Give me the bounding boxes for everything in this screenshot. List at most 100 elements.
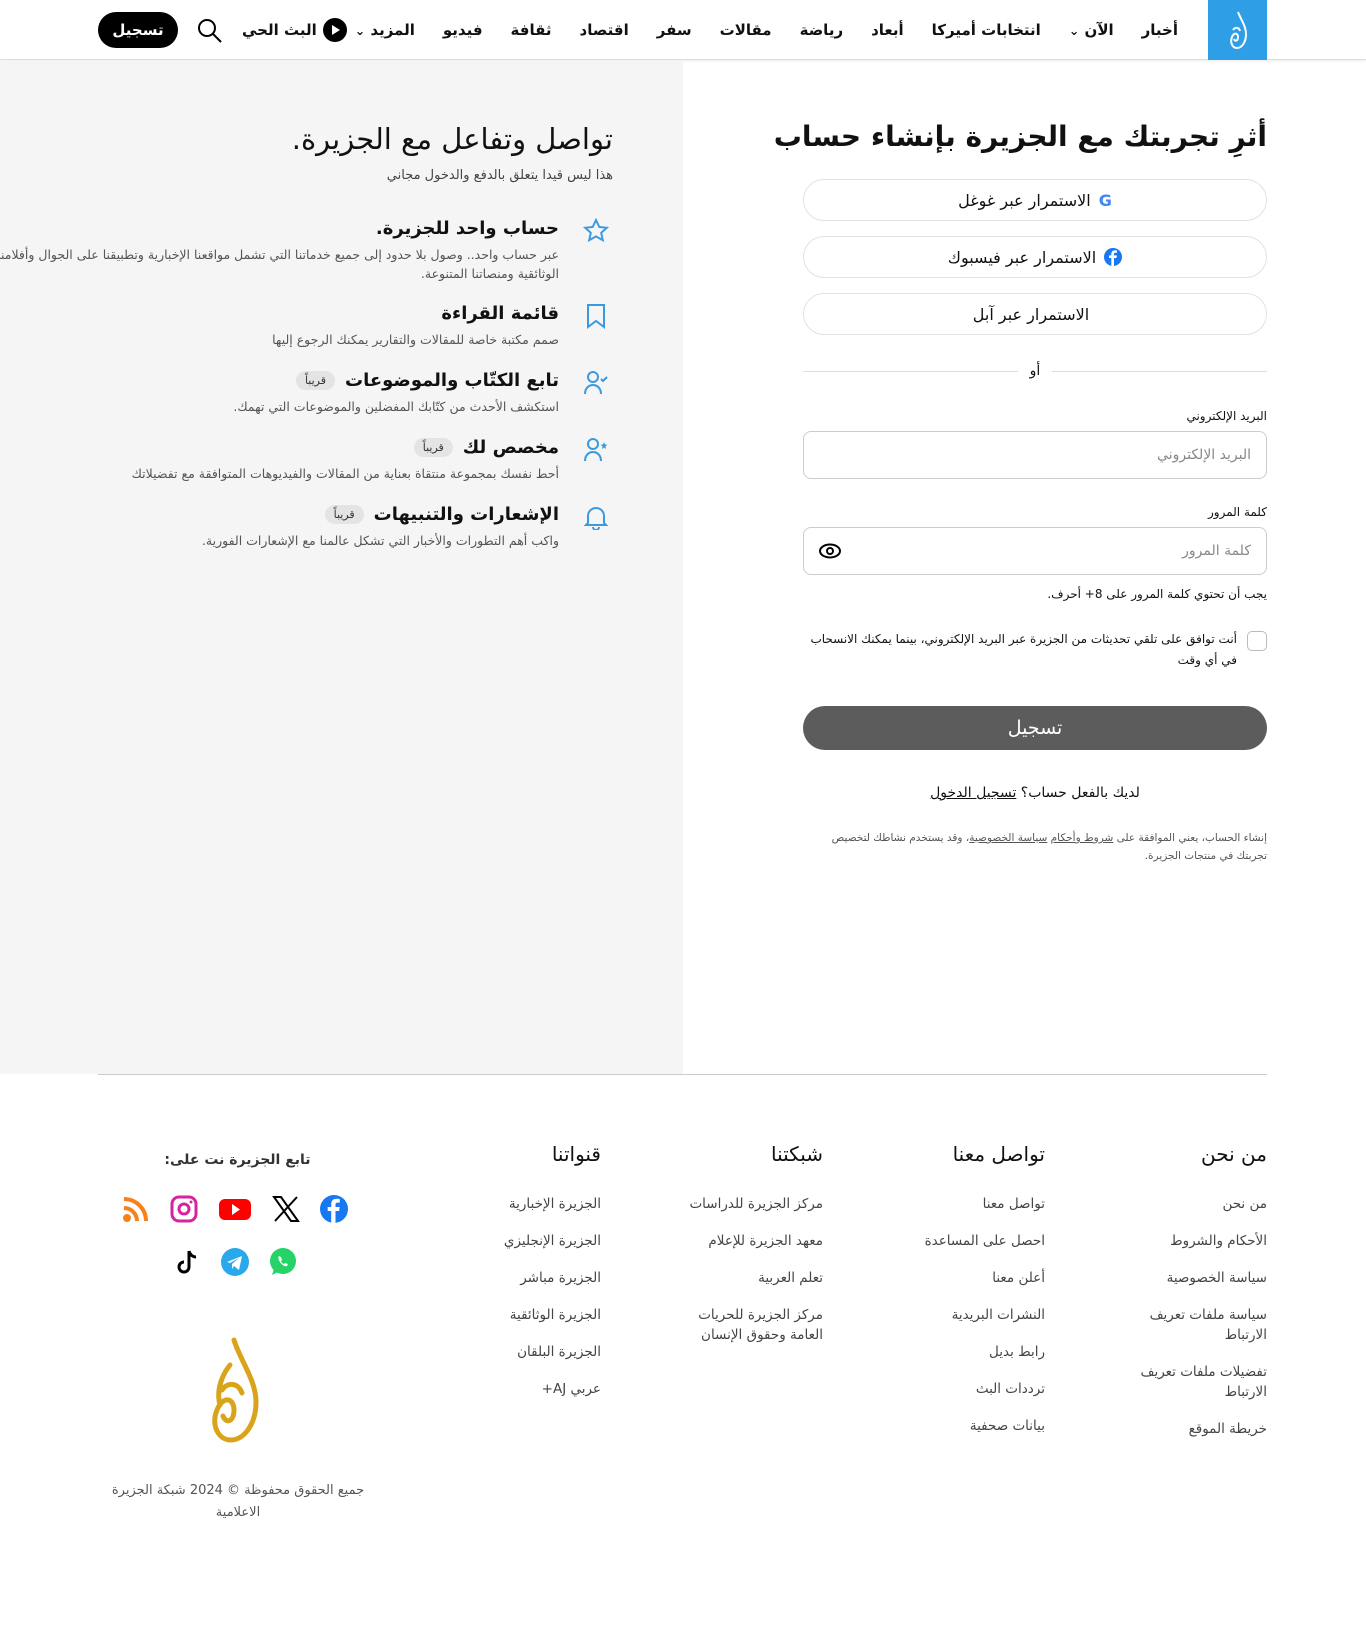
footer-link[interactable]: النشرات البريدية	[845, 1305, 1045, 1325]
logo-mark-icon	[1229, 11, 1247, 50]
facebook-icon[interactable]	[320, 1195, 348, 1223]
footer-link[interactable]: الجزيرة مباشر	[401, 1268, 601, 1288]
footer-link[interactable]: من نحن	[1067, 1194, 1267, 1214]
terms-link[interactable]: شروط وأحكام	[1051, 832, 1114, 844]
footer-link[interactable]: أعلن معنا	[845, 1268, 1045, 1288]
feature-desc: صمم مكتبة خاصة للمقالات والتقارير يمكنك …	[272, 332, 559, 347]
feature-for-you: مخصص لك قريباً أحط نفسك بمجموعة منتقاة بع…	[0, 437, 608, 483]
nav-culture[interactable]: ثقافة	[511, 21, 552, 39]
apple-label: الاستمرار عبر آبل	[972, 304, 1090, 324]
legal-part: إنشاء الحساب، يعني الموافقة على	[1113, 832, 1267, 844]
nav-more[interactable]: المزيد ⌄	[355, 21, 415, 39]
footer-link[interactable]: رابط بديل	[845, 1342, 1045, 1362]
login-link[interactable]: تسجيل الدخول	[930, 785, 1016, 801]
instagram-icon[interactable]	[170, 1195, 198, 1223]
copyright-text: جميع الحقوق محفوظة © 2024 شبكة الجزيرة ا…	[111, 1483, 365, 1520]
footer-link[interactable]: عربي AJ+	[401, 1379, 601, 1399]
coming-soon-badge: قريباً	[324, 505, 364, 524]
password-field[interactable]: كلمة المرور	[803, 527, 1267, 575]
follow-label: تابع الجزيرة نت على:	[164, 1152, 311, 1168]
social-row-2	[115, 1248, 355, 1276]
footer-link[interactable]: ترددات البث	[845, 1379, 1045, 1399]
search-icon[interactable]	[197, 18, 223, 44]
x-icon[interactable]	[272, 1195, 300, 1223]
nav-articles[interactable]: مقالات	[720, 21, 772, 39]
email-placeholder: البريد الإلكتروني	[1157, 447, 1251, 463]
bell-icon	[583, 507, 609, 530]
whatsapp-icon[interactable]	[269, 1248, 297, 1276]
feature-notifications: الإشعارات والتنبيهات قريباً واكب أهم التط…	[0, 504, 609, 550]
footer-link[interactable]: الجزيرة البلقان	[401, 1342, 601, 1362]
footer-divider	[98, 1074, 1267, 1075]
feature-one-account: حساب واحد للجزيرة. عبر حساب واحد.. وصول …	[0, 218, 609, 283]
google-label: الاستمرار عبر غوغل	[958, 190, 1091, 210]
footer-link[interactable]: سياسة ملفات تعريف الارتباط	[1117, 1305, 1267, 1345]
consent-checkbox[interactable]	[1247, 631, 1267, 651]
email-field[interactable]: البريد الإلكتروني	[803, 431, 1267, 479]
aljazeera-logo[interactable]	[1208, 0, 1267, 60]
have-account-text: لديك بالفعل حساب؟	[1020, 785, 1140, 801]
social-row-1	[115, 1195, 355, 1223]
eye-icon[interactable]	[819, 543, 841, 559]
footer-link[interactable]: مركز الجزيرة للدراسات	[623, 1194, 823, 1214]
password-placeholder: كلمة المرور	[1182, 543, 1251, 559]
nav-news[interactable]: أخبار	[1142, 21, 1178, 39]
footer-link[interactable]: الجزيرة الوثائقية	[401, 1305, 601, 1325]
header-register-button[interactable]: تسجيل	[98, 12, 178, 48]
rss-icon[interactable]	[122, 1195, 150, 1223]
footer-link[interactable]: معهد الجزيرة للإعلام	[623, 1231, 823, 1251]
footer-link[interactable]: خريطة الموقع	[1067, 1419, 1267, 1439]
footer-link[interactable]: مركز الجزيرة للحريات العامة وحقوق الإنسا…	[673, 1305, 823, 1345]
facebook-label: الاستمرار عبر فيسبوك	[947, 247, 1097, 267]
telegram-icon[interactable]	[221, 1248, 249, 1276]
nav-travel[interactable]: سفر	[657, 21, 692, 39]
feature-desc: عبر حساب واحد.. وصول بلا حدود إلى جميع خ…	[0, 247, 559, 281]
nav-dimensions[interactable]: أبعاد	[871, 21, 904, 39]
footer-link[interactable]: تواصل معنا	[845, 1194, 1045, 1214]
footer-col-network: شبكتنا مركز الجزيرة للدراسات معهد الجزير…	[623, 1142, 823, 1362]
footer-link[interactable]: الأحكام والشروط	[1067, 1231, 1267, 1251]
youtube-icon[interactable]	[218, 1195, 252, 1223]
nav-us-elections[interactable]: انتخابات أميركا	[932, 21, 1041, 39]
or-divider: أو	[803, 363, 1267, 379]
live-label: البث الحي	[242, 21, 317, 39]
footer-link[interactable]: بيانات صحفية	[845, 1416, 1045, 1436]
email-label: البريد الإلكتروني	[1186, 409, 1267, 423]
password-label: كلمة المرور	[1207, 505, 1267, 519]
signup-title: أثرِ تجربتك مع الجزيرة بإنشاء حساب	[773, 120, 1267, 153]
nav-sports[interactable]: رياضة	[800, 21, 844, 39]
nav-now[interactable]: الآن ⌄	[1069, 21, 1114, 39]
feature-title: قائمة القراءة	[441, 303, 559, 324]
main-nav: أخبار الآن ⌄ انتخابات أميركا أبعاد رياضة…	[355, 0, 1178, 60]
live-button[interactable]: البث الحي	[242, 18, 347, 42]
benefits-panel	[0, 61, 683, 1074]
aljazeera-gold-logo	[212, 1337, 259, 1443]
user-check-icon	[584, 371, 608, 395]
feature-title: حساب واحد للجزيرة.	[375, 218, 559, 239]
top-header: أخبار الآن ⌄ انتخابات أميركا أبعاد رياضة…	[0, 0, 1366, 60]
footer-link[interactable]: الجزيرة الإنجليزي	[401, 1231, 601, 1251]
footer-link[interactable]: الجزيرة الإخبارية	[401, 1194, 601, 1214]
footer-col-about: من نحن من نحن الأحكام والشروط سياسة الخص…	[1067, 1142, 1267, 1456]
footer-col-title: تواصل معنا	[952, 1142, 1045, 1166]
google-signin-button[interactable]: G الاستمرار عبر غوغل	[803, 179, 1267, 221]
nav-now-label: الآن	[1084, 21, 1114, 39]
footer-link[interactable]: سياسة الخصوصية	[1067, 1268, 1267, 1288]
footer-col-title: شبكتنا	[770, 1142, 823, 1166]
tiktok-icon[interactable]	[173, 1248, 201, 1276]
footer-link[interactable]: احصل على المساعدة	[845, 1231, 1045, 1251]
consent-text: أنت توافق على تلقي تحديثات من الجزيرة عب…	[810, 632, 1237, 667]
star-icon	[583, 218, 609, 243]
nav-economy[interactable]: اقتصاد	[580, 21, 629, 39]
nav-video[interactable]: فيديو	[443, 21, 483, 39]
register-submit-button[interactable]: تسجيل	[803, 706, 1267, 750]
privacy-link[interactable]: سياسة الخصوصية	[969, 832, 1047, 844]
google-icon: G	[1098, 190, 1112, 210]
footer-link[interactable]: تعلم العربية	[623, 1268, 823, 1288]
facebook-signin-button[interactable]: الاستمرار عبر فيسبوك	[803, 236, 1267, 278]
nav-more-label: المزيد	[370, 21, 415, 39]
chevron-down-icon: ⌄	[1068, 23, 1080, 38]
footer-link[interactable]: تفضيلات ملفات تعريف الارتباط	[1117, 1362, 1267, 1402]
footer-col-channels: قنواتنا الجزيرة الإخبارية الجزيرة الإنجل…	[401, 1142, 601, 1416]
apple-signin-button[interactable]: الاستمرار عبر آبل	[803, 293, 1267, 335]
